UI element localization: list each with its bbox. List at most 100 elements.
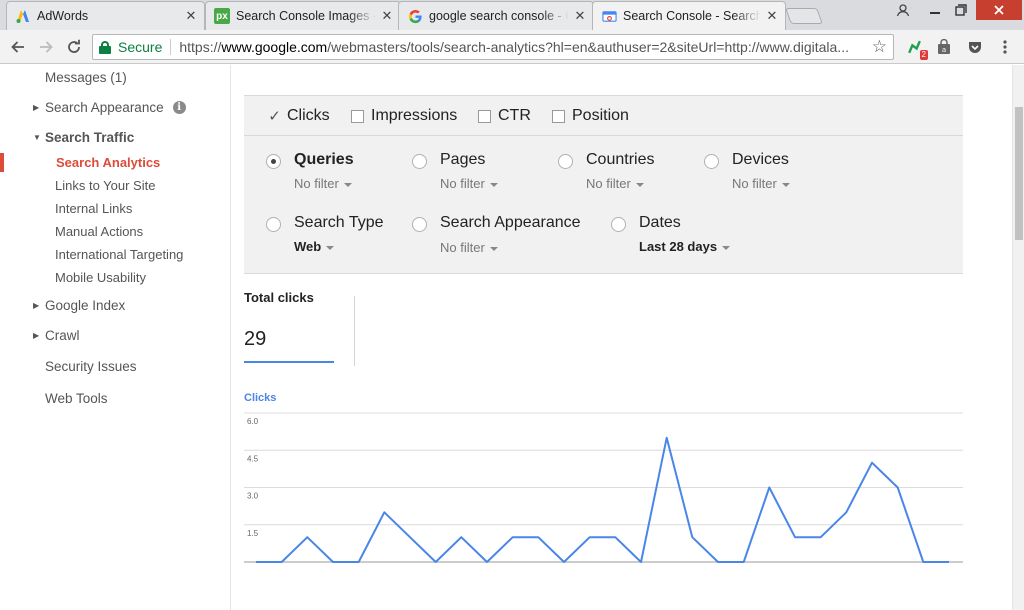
devices-filter-dropdown[interactable]: No filter <box>732 176 790 191</box>
triangle-right-icon: ▶ <box>33 103 40 112</box>
extension-icon-green[interactable]: 2 <box>904 37 928 60</box>
clicks-checkbox[interactable]: ✓ Clicks <box>268 107 329 125</box>
sidebar-nav: Messages (1) ▶ Search Appearance i ▼ Sea… <box>0 65 231 610</box>
caret-down-icon <box>781 182 790 187</box>
tab-google-search[interactable]: google search console - Go ✕ <box>398 1 594 30</box>
pages-radio[interactable] <box>412 154 427 169</box>
clicks-series-line <box>256 436 949 563</box>
countries-filter-dropdown[interactable]: No filter <box>586 176 644 191</box>
pixabay-logo-icon: px <box>214 8 230 24</box>
sidebar-item-international-targeting[interactable]: International Targeting <box>55 247 183 262</box>
checkbox-box <box>478 109 491 123</box>
triangle-right-icon: ▶ <box>33 331 40 340</box>
sidebar-item-links-to-your-site[interactable]: Links to Your Site <box>55 178 155 193</box>
page-content: Messages (1) ▶ Search Appearance i ▼ Sea… <box>0 65 1012 610</box>
new-tab-button[interactable] <box>785 8 823 24</box>
dimension-pages[interactable]: Pages No filter <box>412 151 542 196</box>
position-checkbox[interactable]: Position <box>552 107 629 125</box>
sidebar-item-internal-links[interactable]: Internal Links <box>55 201 132 216</box>
bookmark-star-icon[interactable]: ☆ <box>872 37 887 57</box>
url-text[interactable]: https://www.google.com/webmasters/tools/… <box>179 39 865 55</box>
back-arrow-icon[interactable] <box>7 36 29 58</box>
dates-filter-dropdown[interactable]: Last 28 days <box>639 239 731 254</box>
caret-down-icon <box>326 245 335 250</box>
search-appearance-radio[interactable] <box>412 217 427 232</box>
total-clicks-value: 29 <box>244 328 267 350</box>
ctr-checkbox[interactable]: CTR <box>478 107 531 125</box>
y-tick-label: 6.0 <box>247 417 259 426</box>
scrollbar-thumb[interactable] <box>1015 107 1023 240</box>
total-clicks-underline <box>244 361 334 363</box>
address-bar[interactable]: Secure https://www.google.com/webmasters… <box>92 34 894 60</box>
y-tick-label: 4.5 <box>247 454 259 463</box>
restore-icon[interactable] <box>948 0 974 20</box>
metrics-row: ✓ Clicks Impressions CTR Position <box>244 96 963 136</box>
dimension-dates[interactable]: Dates Last 28 days <box>611 214 771 259</box>
triangle-down-icon: ▼ <box>33 133 41 142</box>
triangle-right-icon: ▶ <box>33 301 40 310</box>
lock-icon <box>99 40 111 54</box>
menu-kebab-icon[interactable] <box>995 37 1015 57</box>
total-separator <box>354 296 355 366</box>
sidebar-item-messages[interactable]: Messages (1) <box>45 70 127 85</box>
sidebar-item-search-traffic[interactable]: ▼ Search Traffic <box>33 130 134 145</box>
sidebar-item-manual-actions[interactable]: Manual Actions <box>55 224 143 239</box>
total-clicks-label: Total clicks <box>244 290 314 305</box>
dimension-search-appearance[interactable]: Search Appearance No filter <box>412 214 592 259</box>
secure-indicator[interactable]: Secure <box>93 39 162 55</box>
caret-down-icon <box>489 246 498 251</box>
sidebar-item-web-tools[interactable]: Web Tools <box>45 391 108 406</box>
sidebar-item-search-analytics[interactable]: Search Analytics <box>56 155 160 170</box>
browser-toolbar: Secure https://www.google.com/webmasters… <box>0 30 1024 64</box>
active-nav-marker <box>0 153 4 172</box>
checkmark-icon: ✓ <box>268 107 281 125</box>
search-type-filter-dropdown[interactable]: Web <box>294 239 335 254</box>
close-window-icon[interactable] <box>976 0 1022 20</box>
shopping-bag-icon[interactable]: a <box>934 37 954 57</box>
sidebar-item-google-index[interactable]: ▶ Google Index <box>33 298 125 313</box>
dates-radio[interactable] <box>611 217 626 232</box>
sidebar-item-security-issues[interactable]: Security Issues <box>45 359 137 374</box>
caret-down-icon <box>722 245 731 250</box>
clicks-line-chart: Clicks 6.0 4.5 3.0 1.5 <box>244 392 963 563</box>
info-icon[interactable]: i <box>172 101 186 114</box>
queries-filter-dropdown[interactable]: No filter <box>294 176 352 191</box>
minimize-icon[interactable] <box>922 0 948 20</box>
dimension-countries[interactable]: Countries No filter <box>558 151 688 196</box>
close-tab-icon[interactable]: ✕ <box>765 8 779 24</box>
countries-radio[interactable] <box>558 154 573 169</box>
close-tab-icon[interactable]: ✕ <box>380 8 394 24</box>
adwords-logo-icon <box>15 8 31 24</box>
google-g-icon <box>407 8 423 24</box>
dimension-devices[interactable]: Devices No filter <box>704 151 834 196</box>
profile-icon[interactable] <box>892 0 914 20</box>
queries-radio[interactable] <box>266 154 281 169</box>
devices-radio[interactable] <box>704 154 719 169</box>
tab-adwords[interactable]: AdWords ✕ <box>6 1 205 30</box>
omnibox-divider <box>170 39 172 55</box>
reload-icon[interactable] <box>63 36 85 58</box>
chart-series-label: Clicks <box>244 392 276 404</box>
pocket-icon[interactable] <box>965 37 985 57</box>
close-tab-icon[interactable]: ✕ <box>184 8 198 24</box>
search-appearance-filter-dropdown[interactable]: No filter <box>440 240 498 255</box>
pages-filter-dropdown[interactable]: No filter <box>440 176 498 191</box>
sidebar-item-crawl[interactable]: ▶ Crawl <box>33 328 80 343</box>
checkbox-box <box>351 109 364 123</box>
sidebar-item-mobile-usability[interactable]: Mobile Usability <box>55 270 146 285</box>
svg-text:a: a <box>942 46 946 54</box>
tab-search-console-images[interactable]: px Search Console Images - Fr ✕ <box>205 1 401 30</box>
forward-arrow-icon[interactable] <box>35 36 57 58</box>
dimension-search-type[interactable]: Search Type Web <box>266 214 406 259</box>
dimension-queries[interactable]: Queries No filter <box>266 151 396 196</box>
browser-tab-bar: AdWords ✕ px Search Console Images - Fr … <box>0 0 1024 30</box>
sidebar-item-search-appearance[interactable]: ▶ Search Appearance i <box>33 100 186 115</box>
close-tab-icon[interactable]: ✕ <box>573 8 587 24</box>
impressions-checkbox[interactable]: Impressions <box>351 107 457 125</box>
page-scrollbar[interactable] <box>1012 65 1024 610</box>
search-type-radio[interactable] <box>266 217 281 232</box>
tab-search-console-active[interactable]: Search Console - Search An ✕ <box>592 1 786 30</box>
y-tick-label: 3.0 <box>247 492 259 501</box>
y-tick-label: 1.5 <box>247 529 259 538</box>
total-clicks-card[interactable]: Total clicks 29 <box>244 290 356 368</box>
